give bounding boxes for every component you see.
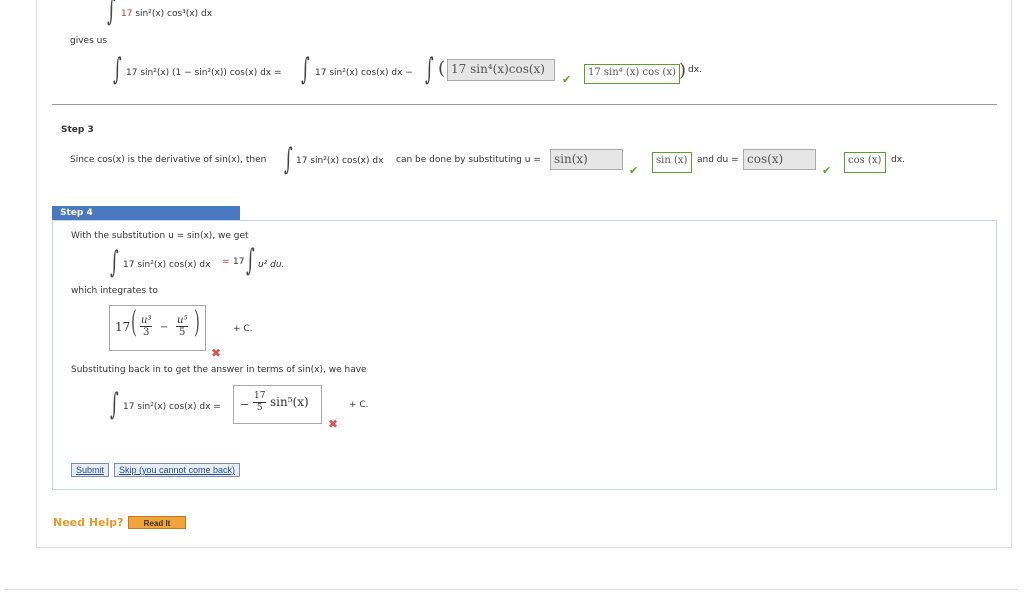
final-left: 17 sin²(x) cos(x) dx = xyxy=(123,402,221,412)
u-substitution-input[interactable]: sin(x) xyxy=(550,149,623,170)
final-answer-input[interactable]: − 17 5 sin⁵(x) xyxy=(233,385,322,424)
step3-text-b: can be done by substituting u = xyxy=(396,155,541,165)
left-paren: ( xyxy=(131,305,137,340)
step3-integral: 17 sin²(x) cos(x) dx xyxy=(296,156,384,166)
integral-sign: ∫ xyxy=(246,243,255,278)
final-sin: sin⁵(x) xyxy=(270,395,309,409)
x-icon: ✖ xyxy=(328,417,339,431)
need-help-label: Need Help? xyxy=(53,516,124,529)
ans-coeff: 17 xyxy=(115,320,131,334)
step3-tail: dx. xyxy=(891,155,905,165)
integral-sign: ∫ xyxy=(113,52,122,87)
left-paren: ( xyxy=(438,58,446,79)
fraction-u3: u³ 3 xyxy=(140,315,153,338)
antiderivative-input[interactable]: 17 ( u³ 3 − u⁵ 5 ) xyxy=(109,305,206,351)
integral-sign: ∫ xyxy=(110,245,119,280)
step4-integral-right: u² du. xyxy=(258,260,285,270)
du-input[interactable]: cos(x) xyxy=(743,149,816,170)
eq1-answer-input[interactable]: 17 sin⁴(x)cos(x) xyxy=(447,59,555,81)
u-correct-answer: sin (x) xyxy=(652,152,692,173)
step4-integral-left: 17 sin²(x) cos(x) dx xyxy=(123,260,211,270)
section-divider xyxy=(52,104,997,105)
step4-coeff: 17 xyxy=(233,257,245,267)
fraction-u5: u⁵ 5 xyxy=(176,315,189,338)
gives-us-text: gives us xyxy=(70,36,108,46)
check-icon: ✔ xyxy=(629,164,639,177)
step4-line1: With the substitution u = sin(x), we get xyxy=(71,231,249,241)
and-du-text: and du = xyxy=(697,155,739,165)
eq1-term-b: 17 sin²(x) cos(x) dx − xyxy=(315,68,413,78)
plus-c: + C. xyxy=(233,324,253,334)
integral-sign: ∫ xyxy=(110,387,119,422)
step4-label: Step 4 xyxy=(52,206,240,220)
integral-sign: ∫ xyxy=(425,52,434,87)
fraction-17-5: 17 5 xyxy=(253,391,267,413)
minus-sign: − xyxy=(160,322,169,333)
submit-button[interactable]: Submit xyxy=(71,463,110,477)
right-paren: ) xyxy=(679,60,687,81)
x-icon: ✖ xyxy=(211,346,222,360)
skip-button[interactable]: Skip (you cannot come back) xyxy=(114,463,241,477)
eq1-term-a: 17 sin²(x) (1 − sin²(x)) cos(x) dx = xyxy=(126,68,282,78)
du-correct-answer: cos (x) xyxy=(844,152,886,173)
integral-sign: ∫ xyxy=(301,52,310,87)
top-integrand: 17 sin²(x) cos³(x) dx xyxy=(121,9,213,19)
read-it-button[interactable]: Read It xyxy=(128,516,186,529)
which-integrates-text: which integrates to xyxy=(71,286,158,296)
step3-text-a: Since cos(x) is the derivative of sin(x)… xyxy=(70,155,267,165)
eq1-tail: dx. xyxy=(688,65,702,75)
plus-c-2: + C. xyxy=(349,400,369,410)
integral-sign: ∫ xyxy=(107,0,116,28)
right-paren: ) xyxy=(194,305,200,340)
step3-label: Step 3 xyxy=(61,125,94,135)
check-icon: ✔ xyxy=(822,164,832,177)
integral-sign: ∫ xyxy=(284,142,293,177)
check-icon: ✔ xyxy=(562,73,572,86)
bottom-divider xyxy=(4,589,1018,590)
eq1-correct-answer: 17 sin⁴ (x) cos (x) xyxy=(584,64,680,84)
step4-eq: = xyxy=(222,257,230,267)
neg-sign: − xyxy=(240,398,250,411)
subst-text: Substituting back in to get the answer i… xyxy=(71,365,367,375)
